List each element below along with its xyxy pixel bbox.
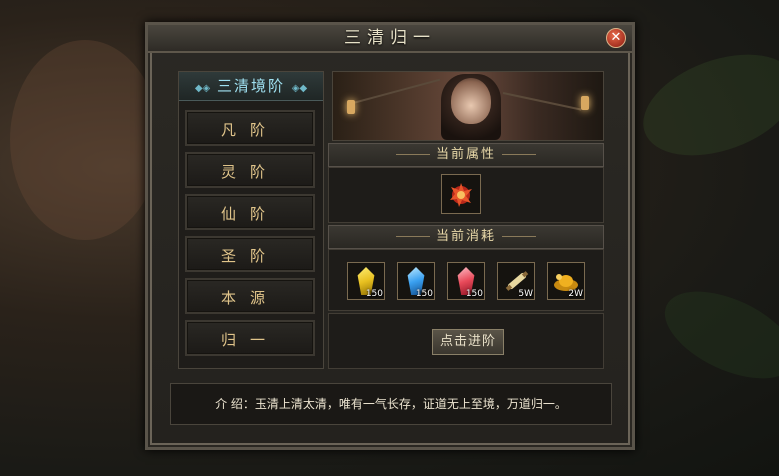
window-title: 三清归一 (344, 28, 436, 48)
character-portrait (451, 78, 491, 124)
cost-slot-scroll[interactable]: 5W (497, 262, 535, 300)
tier-button-ling[interactable]: 灵阶 (185, 152, 315, 188)
branch-decoration (352, 78, 441, 104)
title-bar: 三清归一 ✕ (148, 25, 632, 53)
lantern-icon (347, 100, 355, 114)
attributes-box (328, 167, 604, 223)
ornament-icon: ◈◆ (291, 83, 308, 94)
tier-button-fan[interactable]: 凡阶 (185, 110, 315, 146)
tier-button-xian[interactable]: 仙阶 (185, 194, 315, 230)
attribute-slot[interactable] (441, 174, 481, 214)
close-button[interactable]: ✕ (606, 28, 626, 48)
cost-slot-gold-crystal[interactable]: 150 (347, 262, 385, 300)
attributes-title: 当前属性 (435, 147, 496, 162)
tier-button-benyuan[interactable]: 本源 (185, 278, 315, 314)
background-foliage (629, 35, 779, 175)
ornament-icon: ◆◈ (194, 83, 211, 94)
detail-panel: 当前属性 当前消耗 150 150 150 5W 2W 点击进阶 (328, 71, 604, 369)
attributes-header: 当前属性 (328, 143, 604, 167)
background-foliage (651, 273, 779, 397)
fire-flower-icon (450, 183, 472, 207)
background-character-silhouette (10, 40, 160, 240)
costs-title: 当前消耗 (435, 229, 496, 244)
cost-slot-gold-ingot[interactable]: 2W (547, 262, 585, 300)
cost-count: 150 (415, 289, 433, 299)
advance-button[interactable]: 点击进阶 (432, 329, 504, 355)
branch-decoration (502, 92, 582, 111)
cost-slot-blue-crystal[interactable]: 150 (397, 262, 435, 300)
cost-count: 2W (568, 289, 583, 299)
cost-count: 150 (465, 289, 483, 299)
costs-header: 当前消耗 (328, 225, 604, 249)
tier-button-sheng[interactable]: 圣阶 (185, 236, 315, 272)
tier-sidebar: ◆◈ 三清境阶 ◈◆ 凡阶 灵阶 仙阶 圣阶 本源 归一 (178, 71, 324, 369)
sanqing-guiyi-window: 三清归一 ✕ ◆◈ 三清境阶 ◈◆ 凡阶 灵阶 仙阶 圣阶 本源 归一 当前属性 (145, 22, 635, 450)
cost-count: 5W (518, 289, 533, 299)
sidebar-header: ◆◈ 三清境阶 ◈◆ (179, 72, 323, 101)
sidebar-header-label: 三清境阶 (216, 77, 285, 95)
cost-count: 150 (365, 289, 383, 299)
lantern-icon (581, 96, 589, 110)
character-banner (332, 71, 604, 141)
close-icon: ✕ (610, 30, 622, 45)
costs-box: 150 150 150 5W 2W (328, 249, 604, 311)
cost-slot-red-crystal[interactable]: 150 (447, 262, 485, 300)
tier-button-guiyi[interactable]: 归一 (185, 320, 315, 356)
intro-text: 介 绍：玉清上清太清，唯有一气长存，证道无上至境，万道归一。 (170, 383, 612, 425)
